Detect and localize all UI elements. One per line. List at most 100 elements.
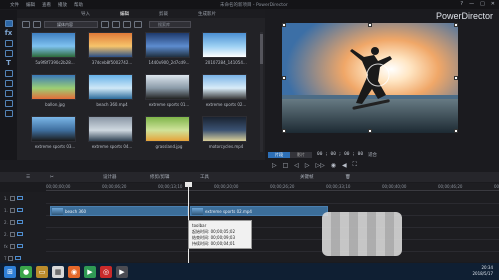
media-tile[interactable]: grassland.jpg [145, 116, 190, 152]
resize-handle[interactable] [368, 23, 372, 27]
resize-handle[interactable] [454, 76, 458, 80]
track-header[interactable]: 2. [0, 216, 46, 228]
tools-menu[interactable]: 工具 [200, 174, 209, 180]
help-button[interactable]: ? [460, 1, 463, 7]
resize-handle[interactable] [282, 23, 286, 27]
designer-menu[interactable]: 设计器 [103, 174, 117, 180]
resize-handle[interactable] [454, 23, 458, 27]
next-frame-icon[interactable]: ▷ [305, 162, 310, 169]
firefox-icon[interactable]: ◉ [68, 265, 80, 278]
resize-handle[interactable] [454, 129, 458, 133]
fit-select[interactable]: 适合 [368, 152, 377, 158]
scroll-thumb[interactable] [260, 34, 263, 64]
view-video-icon[interactable] [101, 20, 109, 28]
tab-produce[interactable]: 生成影片 [198, 11, 216, 17]
media-tile[interactable]: extreme sports 04... [88, 116, 133, 152]
media-tile[interactable]: extreme sports 03... [31, 116, 76, 152]
split-icon[interactable]: ✂ [50, 175, 54, 180]
track-enable-checkbox[interactable] [9, 231, 15, 237]
voiceover-icon[interactable] [4, 90, 13, 97]
media-tile[interactable]: motorcycles.mp4 [202, 116, 247, 152]
app-icon[interactable]: ▦ [52, 265, 64, 278]
track-header[interactable]: fx [0, 240, 46, 252]
media-tile[interactable]: extreme sports 01... [145, 74, 190, 110]
title-room-icon[interactable]: T [5, 60, 13, 67]
trim-menu[interactable]: 修剪/剪辑 [150, 174, 170, 180]
media-tile[interactable]: 20107284_141054... [202, 32, 247, 68]
media-room-icon[interactable] [4, 20, 13, 27]
menu-edit[interactable]: 编辑 [26, 2, 35, 8]
stop-icon[interactable]: □ [283, 162, 289, 169]
prev-frame-icon[interactable]: ◁ [294, 162, 299, 169]
track-header[interactable]: 1. [0, 204, 46, 216]
menu-view[interactable]: 查看 [42, 2, 51, 8]
media-tile[interactable]: ballon.jpg [31, 74, 76, 110]
media-filter-select[interactable]: 媒体内容 [44, 20, 98, 28]
track-header[interactable]: 1. [0, 192, 46, 204]
preview-window[interactable] [282, 23, 458, 133]
menu-icon[interactable] [134, 20, 142, 28]
resize-handle[interactable] [282, 76, 286, 80]
menu-play[interactable]: 播放 [58, 2, 67, 8]
pip-room-icon[interactable] [4, 40, 13, 47]
subtitle-room-icon[interactable] [4, 110, 13, 117]
menu-file[interactable]: 文件 [10, 2, 19, 8]
media-tile[interactable]: extreme sports 02... [202, 74, 247, 110]
library-scrollbar[interactable] [260, 32, 263, 152]
media-tile[interactable]: 5a9f8f7390c2b28... [31, 32, 76, 68]
track-enable-checkbox[interactable] [8, 255, 14, 261]
menu-help[interactable]: 帮助 [74, 2, 83, 8]
resize-handle[interactable] [368, 129, 372, 133]
fullscreen-icon[interactable]: ⛶ [353, 161, 357, 169]
track-lane[interactable] [46, 192, 499, 204]
app-icon[interactable]: ◎ [100, 265, 112, 278]
track-lane[interactable] [46, 240, 499, 252]
close-button[interactable]: ✕ [491, 1, 495, 7]
system-clock[interactable]: 20:34 2018/5/17 [472, 265, 493, 277]
keyframe-button[interactable]: 关键帧 [300, 174, 314, 180]
media-tile[interactable]: beach 360.mp4 [88, 74, 133, 110]
plugin-icon[interactable] [33, 20, 41, 28]
timeline-ruler[interactable]: 00;00;00;00 00;00;06;20 00;00;13;10 00;00;2… [46, 183, 499, 191]
track-lane[interactable] [46, 228, 499, 240]
explorer-icon[interactable]: ▭ [36, 265, 48, 278]
start-icon[interactable]: ⊞ [4, 265, 16, 278]
search-input[interactable]: 搜索库 [149, 20, 191, 28]
media-tile[interactable]: 37dceb8f5002742... [88, 32, 133, 68]
timeline-clip[interactable]: beach 360 [50, 206, 188, 216]
audio-mixing-icon[interactable] [4, 80, 13, 87]
tab-import[interactable]: 导入 [81, 11, 90, 17]
track-enable-checkbox[interactable] [9, 195, 15, 201]
volume-icon[interactable]: ◀ [342, 162, 347, 169]
track-lane[interactable] [46, 216, 499, 228]
track-enable-checkbox[interactable] [9, 243, 15, 249]
track-enable-checkbox[interactable] [9, 219, 15, 225]
track-header[interactable]: 2. [0, 228, 46, 240]
powerdirector-icon[interactable]: ▶ [116, 265, 128, 278]
view-audio-icon[interactable] [123, 20, 131, 28]
resize-handle[interactable] [282, 129, 286, 133]
track-enable-checkbox[interactable] [9, 207, 15, 213]
movie-mode-button[interactable]: 影片 [290, 151, 312, 158]
play-icon[interactable]: ▷ [272, 162, 277, 169]
chapter-room-icon[interactable] [4, 100, 13, 107]
maximize-button[interactable]: □ [480, 1, 485, 7]
track-manager-icon[interactable]: ☰ [26, 175, 30, 180]
view-image-icon[interactable] [112, 20, 120, 28]
playhead-handle[interactable] [185, 182, 192, 187]
media-tile[interactable]: 1440x900_2d7cd9... [145, 32, 190, 68]
snapshot-icon[interactable]: ◉ [331, 162, 336, 169]
fx-room-icon[interactable]: fx [5, 30, 13, 37]
app-icon[interactable]: ● [20, 265, 32, 278]
minimize-button[interactable]: — [469, 1, 474, 7]
import-folder-icon[interactable] [22, 20, 30, 28]
tab-edit[interactable]: 编辑 [120, 11, 129, 17]
timeline-clip[interactable]: extreme sports 02.mp4 [190, 206, 328, 216]
clip-mode-button[interactable]: 片段 [268, 151, 290, 158]
timecode-display[interactable]: 00 ; 00 ; 00 ; 00 [317, 152, 363, 157]
app-icon[interactable]: ▶ [84, 265, 96, 278]
delete-icon[interactable]: 🗑 [345, 175, 351, 180]
transition-room-icon[interactable] [4, 70, 13, 77]
tab-trim[interactable]: 剪裁 [159, 11, 168, 17]
fast-forward-icon[interactable]: ▷▷ [316, 162, 325, 169]
